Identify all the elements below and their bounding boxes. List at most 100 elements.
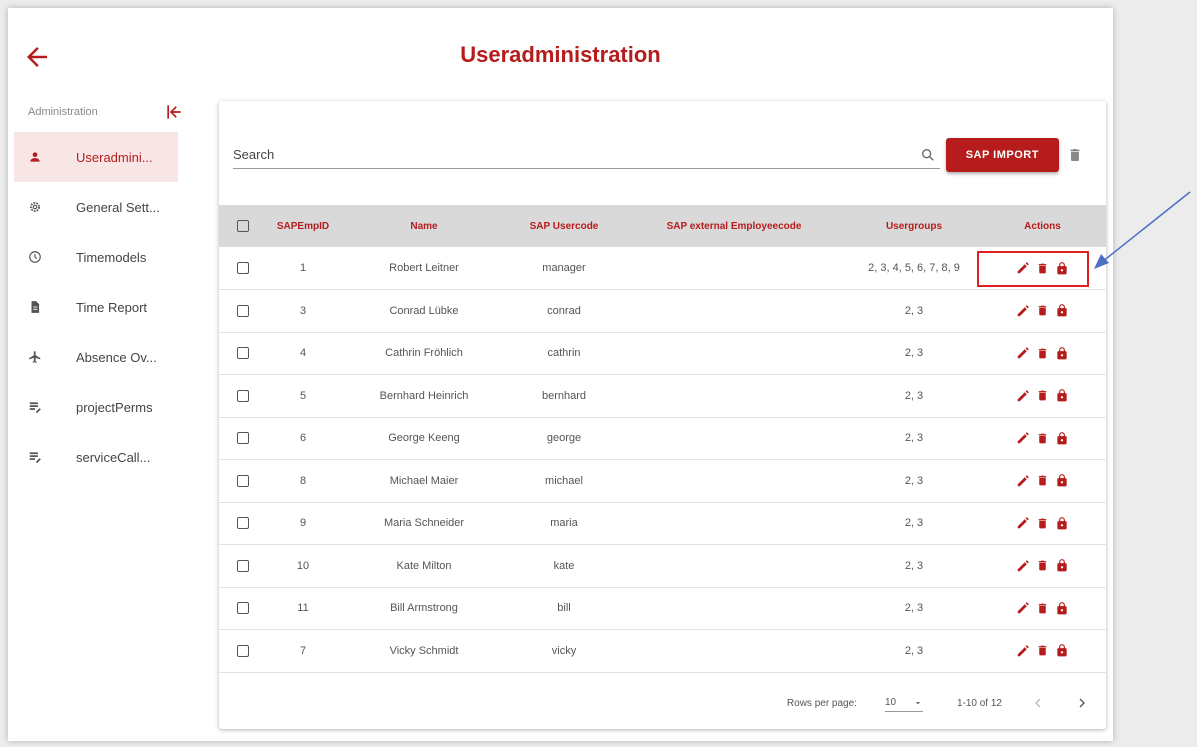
lock-icon[interactable] <box>1055 431 1069 446</box>
table-row[interactable]: 11 Bill Armstrong bill 2, 3 <box>219 587 1106 630</box>
row-select-cell <box>219 545 267 588</box>
table-row[interactable]: 1 Robert Leitner manager 2, 3, 4, 5, 6, 7, … <box>219 247 1106 290</box>
sidebar-item-servicecall[interactable]: serviceCall... <box>14 432 194 482</box>
column-header-name[interactable]: Name <box>339 205 509 247</box>
search-input[interactable] <box>233 141 940 169</box>
trash-icon[interactable] <box>1067 146 1083 164</box>
row-actions <box>979 643 1106 658</box>
cell-sap-external-employeecode <box>619 332 849 375</box>
row-actions <box>979 558 1106 573</box>
table-row[interactable]: 8 Michael Maier michael 2, 3 <box>219 460 1106 502</box>
row-checkbox[interactable] <box>237 262 249 275</box>
collapse-sidebar-icon[interactable] <box>164 102 184 122</box>
edit-icon[interactable] <box>1016 601 1030 615</box>
lock-icon[interactable] <box>1055 558 1069 573</box>
sap-import-button[interactable]: SAP IMPORT <box>945 138 1060 172</box>
edit-icon[interactable] <box>1016 346 1030 360</box>
rows-per-page-select[interactable]: 10 <box>884 694 923 712</box>
lock-icon[interactable] <box>1055 601 1069 616</box>
sidebar-item-timemodels[interactable]: Timemodels <box>14 232 194 282</box>
cell-name: George Keeng <box>388 432 460 445</box>
cell-usergroups: 2, 3 <box>904 474 924 487</box>
lock-icon[interactable] <box>1055 261 1069 276</box>
table-row[interactable]: 7 Vicky Schmidt vicky 2, 3 <box>219 630 1106 673</box>
delete-icon[interactable] <box>1036 303 1049 318</box>
select-all-checkbox[interactable] <box>237 220 249 232</box>
cell-name: Bill Armstrong <box>390 602 458 615</box>
cell-actions <box>979 290 1106 333</box>
person-icon <box>28 150 56 164</box>
column-header-actions: Actions <box>1024 220 1061 232</box>
table-row[interactable]: 3 Conrad Lübke conrad 2, 3 <box>219 290 1106 333</box>
rows-per-page-label: Rows per page: <box>786 697 857 709</box>
cell-usergroups: 2, 3 <box>904 389 924 402</box>
sidebar-item-general-settings[interactable]: General Sett... <box>14 182 194 232</box>
delete-icon[interactable] <box>1036 261 1049 276</box>
chevron-right-icon[interactable] <box>1074 695 1090 711</box>
column-header-sapempid[interactable]: SAPEmpID <box>267 205 339 247</box>
delete-icon[interactable] <box>1036 473 1049 488</box>
row-actions <box>979 601 1106 616</box>
edit-icon[interactable] <box>1016 304 1030 318</box>
edit-icon[interactable] <box>1016 431 1030 445</box>
row-checkbox[interactable] <box>237 517 249 530</box>
delete-icon[interactable] <box>1036 516 1049 531</box>
cell-sap-usercode: bernhard <box>541 389 587 402</box>
row-select-cell <box>219 630 267 673</box>
row-checkbox[interactable] <box>237 644 249 657</box>
delete-icon[interactable] <box>1036 431 1049 446</box>
lock-icon[interactable] <box>1055 516 1069 531</box>
row-checkbox[interactable] <box>237 389 249 402</box>
delete-icon[interactable] <box>1036 346 1049 361</box>
delete-icon[interactable] <box>1036 643 1049 658</box>
cell-actions <box>979 545 1106 588</box>
table-row[interactable]: 4 Cathrin Fröhlich cathrin 2, 3 <box>219 332 1106 375</box>
cell-usergroups: 2, 3 <box>904 304 924 317</box>
column-header-sap-usercode[interactable]: SAP Usercode <box>509 205 619 247</box>
row-checkbox[interactable] <box>237 432 249 445</box>
delete-icon[interactable] <box>1036 388 1049 403</box>
sidebar-item-useradministration[interactable]: Useradmini... <box>14 132 178 182</box>
table-row[interactable]: 5 Bernhard Heinrich bernhard 2, 3 <box>219 375 1106 417</box>
lock-icon[interactable] <box>1055 388 1069 403</box>
row-checkbox[interactable] <box>237 304 249 317</box>
row-actions <box>979 346 1106 361</box>
edit-icon[interactable] <box>1016 389 1030 403</box>
sidebar-item-time-report[interactable]: Time Report <box>14 282 194 332</box>
table-row[interactable]: 10 Kate Milton kate 2, 3 <box>219 545 1106 588</box>
row-checkbox[interactable] <box>237 474 249 487</box>
list-edit-icon <box>28 450 56 464</box>
pagination: Rows per page: 10 1-10 of 12 <box>219 677 1106 729</box>
edit-icon[interactable] <box>1016 516 1030 530</box>
column-header-sap-external-employeecode[interactable]: SAP external Employeecode <box>619 205 849 247</box>
sidebar-header: Administration <box>14 100 194 124</box>
delete-icon[interactable] <box>1036 558 1049 573</box>
row-checkbox[interactable] <box>237 602 249 615</box>
row-select-cell <box>219 502 267 545</box>
lock-icon[interactable] <box>1055 643 1069 658</box>
table-row[interactable]: 9 Maria Schneider maria 2, 3 <box>219 502 1106 545</box>
cell-sap-usercode: vicky <box>551 644 577 657</box>
edit-icon[interactable] <box>1016 474 1030 488</box>
delete-icon[interactable] <box>1036 601 1049 616</box>
lock-icon[interactable] <box>1055 346 1069 361</box>
chevron-left-icon[interactable] <box>1030 695 1046 711</box>
edit-icon[interactable] <box>1016 644 1030 658</box>
sidebar-item-absence-overview[interactable]: Absence Ov... <box>14 332 194 382</box>
edit-icon[interactable] <box>1016 559 1030 573</box>
table-header-row: SAPEmpID Name SAP Usercode SAP external … <box>219 205 1106 247</box>
row-select-cell <box>219 247 267 290</box>
row-checkbox[interactable] <box>237 559 249 572</box>
cell-actions <box>979 417 1106 460</box>
row-checkbox[interactable] <box>237 347 249 360</box>
search-icon[interactable] <box>920 147 936 163</box>
edit-icon[interactable] <box>1016 261 1030 275</box>
cell-name: Cathrin Fröhlich <box>385 347 463 360</box>
lock-icon[interactable] <box>1055 303 1069 318</box>
sidebar-item-projectperms[interactable]: projectPerms <box>14 382 194 432</box>
sidebar-heading: Administration <box>28 106 98 118</box>
table-row[interactable]: 6 George Keeng george 2, 3 <box>219 417 1106 460</box>
lock-icon[interactable] <box>1055 473 1069 488</box>
row-select-cell <box>219 290 267 333</box>
column-header-usergroups[interactable]: Usergroups <box>849 205 979 247</box>
